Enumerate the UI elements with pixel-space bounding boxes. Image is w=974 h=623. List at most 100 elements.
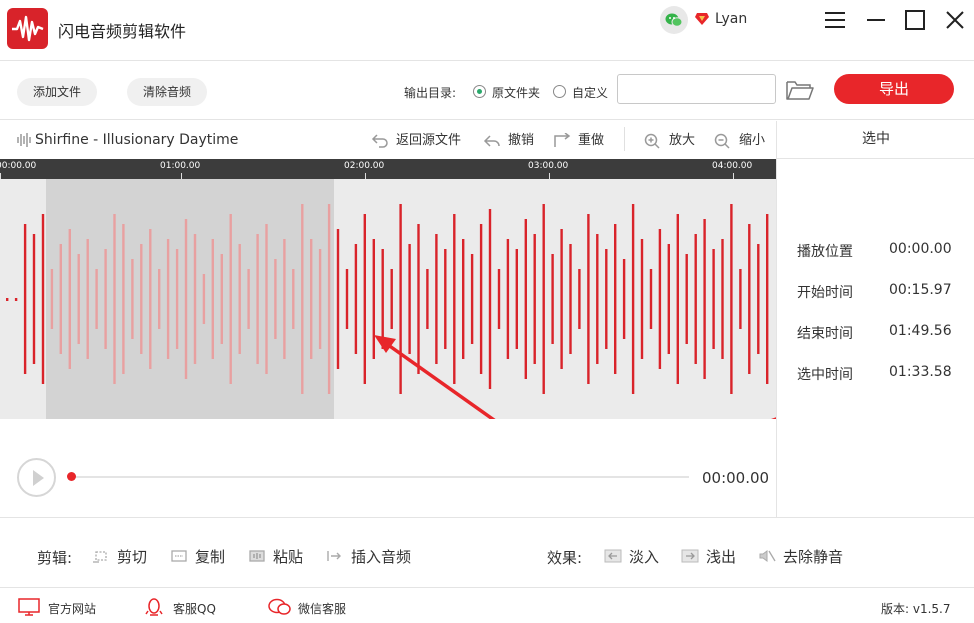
maximize-icon[interactable]	[903, 8, 927, 32]
clear-audio-button[interactable]: 清除音频	[127, 78, 208, 106]
waveform-bar	[533, 234, 536, 364]
end-time-label: 结束时间	[797, 326, 853, 342]
timeline-tick-label: 03:00.00	[528, 161, 569, 171]
waveform-bar	[363, 214, 366, 384]
radio-custom-folder[interactable]	[553, 85, 566, 98]
wechat-icon[interactable]	[660, 6, 688, 34]
play-position-value: 00:00.00	[889, 241, 952, 257]
waveform-bar	[158, 269, 161, 329]
fade-out-label: 浅出	[706, 548, 737, 566]
fade-out-icon	[681, 549, 699, 563]
edit-label: 剪辑:	[37, 549, 73, 567]
timeline-tick-label: 04:00.00	[712, 161, 753, 171]
waveform-area[interactable]: 00:00.00 01:00.00 02:00.00 03:00.00 04:0…	[0, 159, 776, 596]
radio-source-folder[interactable]	[473, 85, 486, 98]
waveform-bar	[578, 269, 581, 329]
zoom-out-label: 缩小	[739, 133, 766, 148]
waveform-bar	[113, 214, 116, 384]
waveform-bar	[274, 259, 277, 339]
audio-track-icon	[16, 132, 32, 152]
waveform-bar	[640, 239, 644, 359]
cut-icon	[93, 551, 107, 563]
timeline-tick-label: 01:00.00	[160, 161, 201, 171]
footer: 官方网站 客服QQ 微信客服 版本: v1.5.7	[0, 587, 974, 623]
zoom-out-icon	[714, 133, 730, 149]
title-bar: 闪电音频剪辑软件 Lyan	[0, 0, 974, 60]
folder-icon[interactable]	[786, 79, 814, 105]
selection-panel-title: 选中	[777, 121, 974, 159]
waveform-bar	[166, 239, 170, 359]
waveform-bar	[757, 244, 760, 354]
waveform-bar	[649, 269, 653, 329]
play-button[interactable]	[17, 458, 56, 497]
waveform-bar	[345, 269, 349, 329]
minimize-icon[interactable]	[864, 8, 888, 32]
progress-track[interactable]	[71, 476, 689, 478]
qq-service-label: 客服QQ	[173, 602, 216, 616]
waveform-bar	[32, 234, 36, 364]
waveform-bar	[658, 229, 662, 369]
waveform-bar	[479, 224, 483, 374]
waveform-bar	[68, 229, 71, 369]
toolbar-divider	[624, 127, 625, 151]
waveform-bar	[59, 244, 62, 354]
track-title: Shirfine - Illusionary Daytime	[35, 132, 239, 148]
waveform-bar	[605, 249, 608, 349]
waveform-bar	[131, 259, 134, 339]
waveform-bar	[408, 244, 411, 354]
cut-label: 剪切	[117, 548, 148, 566]
user-name[interactable]: Lyan	[715, 11, 747, 27]
annotation-arrows	[374, 335, 776, 419]
paste-label: 粘贴	[273, 548, 304, 566]
waveform-bar	[238, 244, 241, 354]
waveform-bar	[453, 214, 456, 384]
waveform-bar	[712, 249, 715, 349]
play-position-label: 播放位置	[797, 244, 853, 260]
menu-icon[interactable]	[823, 8, 847, 32]
waveform-bar	[667, 244, 670, 354]
close-icon[interactable]	[943, 8, 967, 32]
waveform-bar	[470, 254, 474, 344]
waveform-bar	[730, 204, 733, 394]
waveform-bar	[399, 204, 402, 394]
waveform-bar	[462, 239, 465, 359]
waveform-bars	[6, 204, 769, 394]
radio-custom-folder-label[interactable]: 自定义	[572, 84, 608, 101]
zoom-in-label: 放大	[669, 133, 696, 148]
waveform-bar	[524, 219, 527, 379]
monitor-icon	[18, 598, 40, 616]
radio-source-folder-label[interactable]: 原文件夹	[492, 84, 540, 101]
timeline-ruler[interactable]: 00:00.00 01:00.00 02:00.00 03:00.00 04:0…	[0, 159, 776, 179]
insert-audio-label: 插入音频	[351, 548, 412, 566]
version-text: 版本: v1.5.7	[881, 602, 951, 616]
output-path-input[interactable]	[617, 74, 776, 104]
waveform-bar	[283, 239, 286, 359]
waveform-bar	[247, 269, 250, 329]
selection-duration-value: 01:33.58	[889, 364, 952, 380]
waveform-bar	[292, 269, 295, 329]
waveform-bar	[676, 214, 679, 384]
export-button[interactable]: 导出	[834, 74, 954, 104]
waveform-bar	[426, 269, 429, 329]
undo-icon	[483, 135, 500, 147]
waveform	[6, 204, 776, 419]
vip-diamond-icon	[694, 12, 710, 30]
waveform-bar	[435, 234, 438, 364]
waveform-bar	[417, 224, 420, 374]
waveform-bar	[614, 224, 617, 374]
editor-header: Shirfine - Illusionary Daytime 返回源文件 撤销 …	[0, 121, 776, 159]
waveform-bar	[739, 269, 742, 329]
waveform-bar	[229, 214, 232, 384]
waveform-bar	[748, 224, 751, 374]
waveform-bar	[551, 254, 554, 344]
waveform-bar	[721, 239, 724, 359]
add-file-button[interactable]: 添加文件	[17, 78, 98, 106]
waveform-bar	[175, 249, 179, 349]
waveform-bar	[202, 274, 206, 324]
waveform-bar	[211, 239, 214, 359]
waveform-bar	[301, 204, 304, 394]
start-time-value: 00:15.97	[889, 282, 952, 298]
waveform-bar	[390, 269, 393, 329]
selection-duration-label: 选中时间	[797, 367, 853, 383]
progress-handle[interactable]	[67, 472, 76, 481]
